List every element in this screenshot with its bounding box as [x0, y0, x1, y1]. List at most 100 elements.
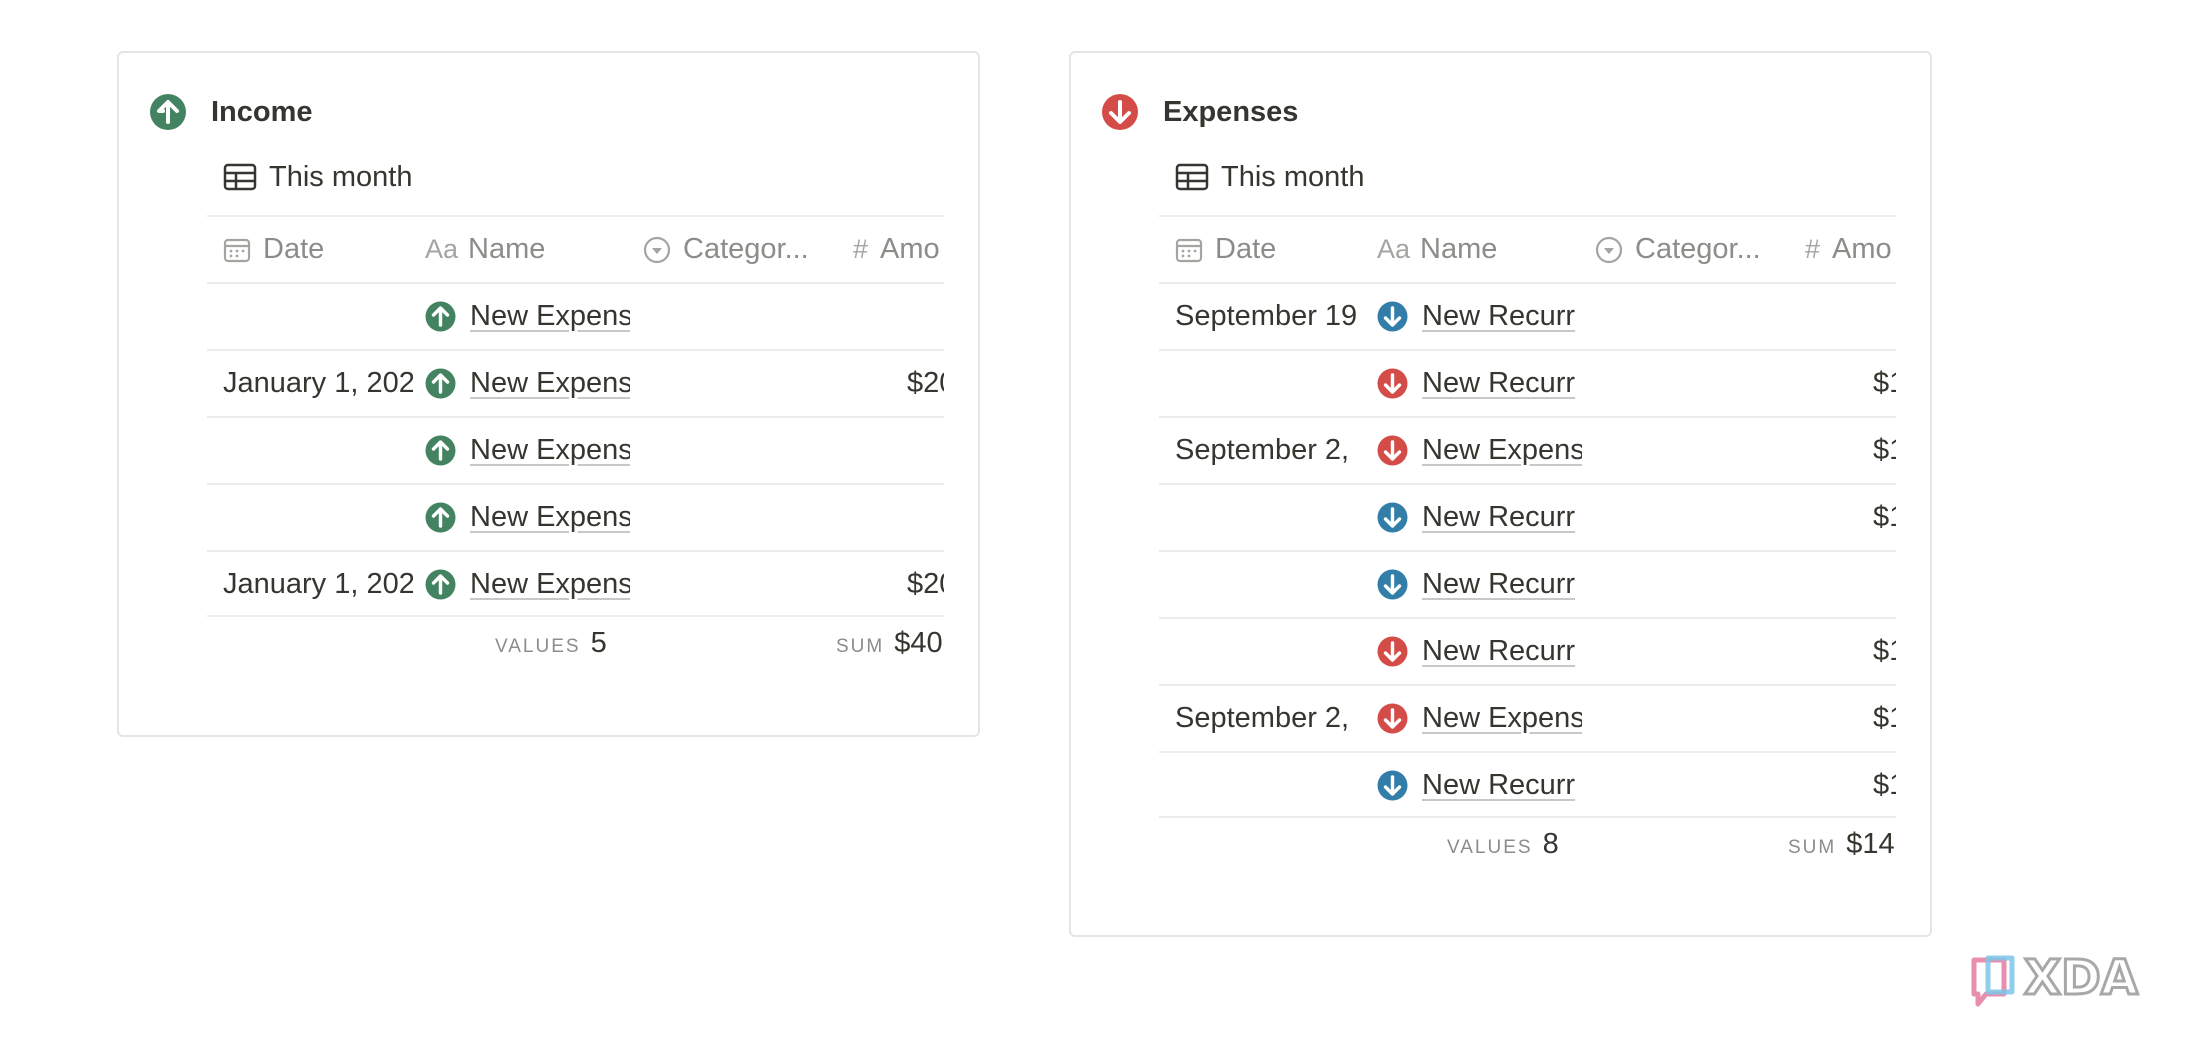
amount-cell: $20: [907, 568, 944, 600]
text-type-icon: Aa: [1377, 234, 1411, 264]
calendar-icon: [223, 237, 251, 263]
amount-cell: $1: [1873, 769, 1896, 801]
column-category[interactable]: Categor...: [643, 217, 843, 282]
name-cell[interactable]: New Recurr: [1377, 485, 1587, 550]
date-cell: [1175, 619, 1365, 684]
select-icon: [643, 236, 671, 264]
date-cell: January 1, 202: [223, 568, 413, 600]
table-row[interactable]: September 19 New Recurr: [1159, 282, 1896, 349]
view-tab-this-month[interactable]: This month: [1175, 157, 1364, 197]
values-count[interactable]: VALUES 5: [495, 627, 607, 660]
table-row[interactable]: September 2, New Expens $1: [1159, 684, 1896, 751]
arrow-up-circle-icon: [425, 502, 456, 533]
arrow-up-circle-icon: [425, 435, 456, 466]
arrow-down-circle-blue-icon: [1377, 502, 1408, 533]
aggregation-row: VALUES 8 SUM $14: [1159, 818, 1896, 885]
arrow-down-circle-blue-icon: [1377, 770, 1408, 801]
column-name[interactable]: Aa Name: [1377, 217, 1587, 282]
name-cell[interactable]: New Expens: [1377, 418, 1587, 483]
select-icon: [1595, 236, 1623, 264]
amount-cell: $1: [1873, 501, 1896, 533]
date-cell: [1175, 485, 1365, 550]
income-header: Income: [149, 92, 313, 132]
expenses-header: Expenses: [1101, 92, 1298, 132]
arrow-up-circle-icon: [425, 368, 456, 399]
table-icon: [1175, 163, 1209, 191]
table-row[interactable]: New Recurr $1: [1159, 617, 1896, 684]
name-cell[interactable]: New Recurr: [1377, 753, 1587, 818]
table-row[interactable]: New Expens: [207, 416, 944, 483]
table-header: Date Aa Name Categor... # Amo: [1159, 215, 1896, 282]
arrow-up-circle-icon: [150, 94, 186, 130]
table-row[interactable]: New Recurr $1: [1159, 483, 1896, 550]
number-icon: #: [1805, 234, 1821, 264]
name-cell[interactable]: New Expens: [425, 351, 635, 416]
name-cell[interactable]: New Expens: [425, 284, 635, 349]
card-title: Expenses: [1163, 95, 1299, 128]
name-cell[interactable]: New Expens: [425, 485, 635, 550]
name-cell[interactable]: New Recurr: [1377, 351, 1587, 416]
table-row[interactable]: New Recurr: [1159, 550, 1896, 617]
amount-cell: $1: [1873, 702, 1896, 734]
table-row[interactable]: New Expens: [207, 483, 944, 550]
amount-cell: [853, 485, 944, 550]
card-title: Income: [211, 95, 313, 128]
column-amount[interactable]: # Amo: [853, 217, 944, 282]
column-date[interactable]: Date: [1175, 217, 1365, 282]
arrow-down-circle-red-icon: [1377, 636, 1408, 667]
table-row[interactable]: January 1, 202 New Expens $20: [207, 550, 944, 617]
date-cell: [1175, 753, 1365, 818]
table-row[interactable]: New Recurr $1: [1159, 751, 1896, 818]
name-cell[interactable]: New Expens: [425, 552, 635, 617]
income-table: Date Aa Name Categor... # Amo New Expens: [207, 215, 944, 684]
date-cell: [223, 485, 413, 550]
xda-logo-mark: XDA: [1971, 949, 2140, 1008]
arrow-down-circle-icon: [1102, 94, 1138, 130]
amount-cell: [1805, 284, 1896, 349]
column-name[interactable]: Aa Name: [425, 217, 635, 282]
table-icon: [223, 163, 257, 191]
date-cell: [1175, 351, 1365, 416]
sum-value[interactable]: SUM $40: [836, 627, 943, 660]
date-cell: September 19: [1175, 300, 1358, 332]
table-header: Date Aa Name Categor... # Amo: [207, 215, 944, 282]
arrow-down-circle-red-icon: [1377, 703, 1408, 734]
view-tab-this-month[interactable]: This month: [223, 157, 412, 197]
table-row[interactable]: New Expens: [207, 282, 944, 349]
arrow-up-circle-icon: [425, 301, 456, 332]
column-date[interactable]: Date: [223, 217, 413, 282]
amount-cell: $1: [1873, 434, 1896, 466]
name-cell[interactable]: New Expens: [425, 418, 635, 483]
table-row[interactable]: September 2, New Expens $1: [1159, 416, 1896, 483]
date-cell: September 2,: [1175, 702, 1350, 734]
date-cell: [223, 418, 413, 483]
amount-cell: $1: [1873, 367, 1896, 399]
column-category[interactable]: Categor...: [1595, 217, 1795, 282]
income-card: Income This month Date Aa Name Categor..…: [117, 51, 980, 737]
text-type-icon: Aa: [425, 234, 459, 264]
expenses-card: Expenses This month Date Aa Name Categor…: [1069, 51, 1932, 937]
view-label: This month: [269, 160, 413, 193]
values-count[interactable]: VALUES 8: [1447, 828, 1559, 861]
expenses-table: Date Aa Name Categor... # Amo September …: [1159, 215, 1896, 885]
arrow-down-circle-blue-icon: [1377, 569, 1408, 600]
name-cell[interactable]: New Recurr: [1377, 619, 1587, 684]
name-cell[interactable]: New Expens: [1377, 686, 1587, 751]
table-row[interactable]: January 1, 202 New Expens $20: [207, 349, 944, 416]
column-amount[interactable]: # Amo: [1805, 217, 1896, 282]
amount-cell: [853, 284, 944, 349]
amount-cell: [853, 418, 944, 483]
arrow-down-circle-red-icon: [1377, 368, 1408, 399]
amount-cell: [1805, 552, 1896, 617]
name-cell[interactable]: New Recurr: [1377, 552, 1587, 617]
name-cell[interactable]: New Recurr: [1377, 284, 1587, 349]
date-cell: [223, 284, 413, 349]
xda-logo: XDA: [1968, 948, 2188, 1018]
date-cell: [1175, 552, 1365, 617]
sum-value[interactable]: SUM $14: [1788, 828, 1895, 861]
table-row[interactable]: New Recurr $1: [1159, 349, 1896, 416]
view-label: This month: [1221, 160, 1365, 193]
date-cell: January 1, 202: [223, 367, 413, 399]
arrow-down-circle-blue-icon: [1377, 301, 1408, 332]
aggregation-row: VALUES 5 SUM $40: [207, 617, 944, 684]
